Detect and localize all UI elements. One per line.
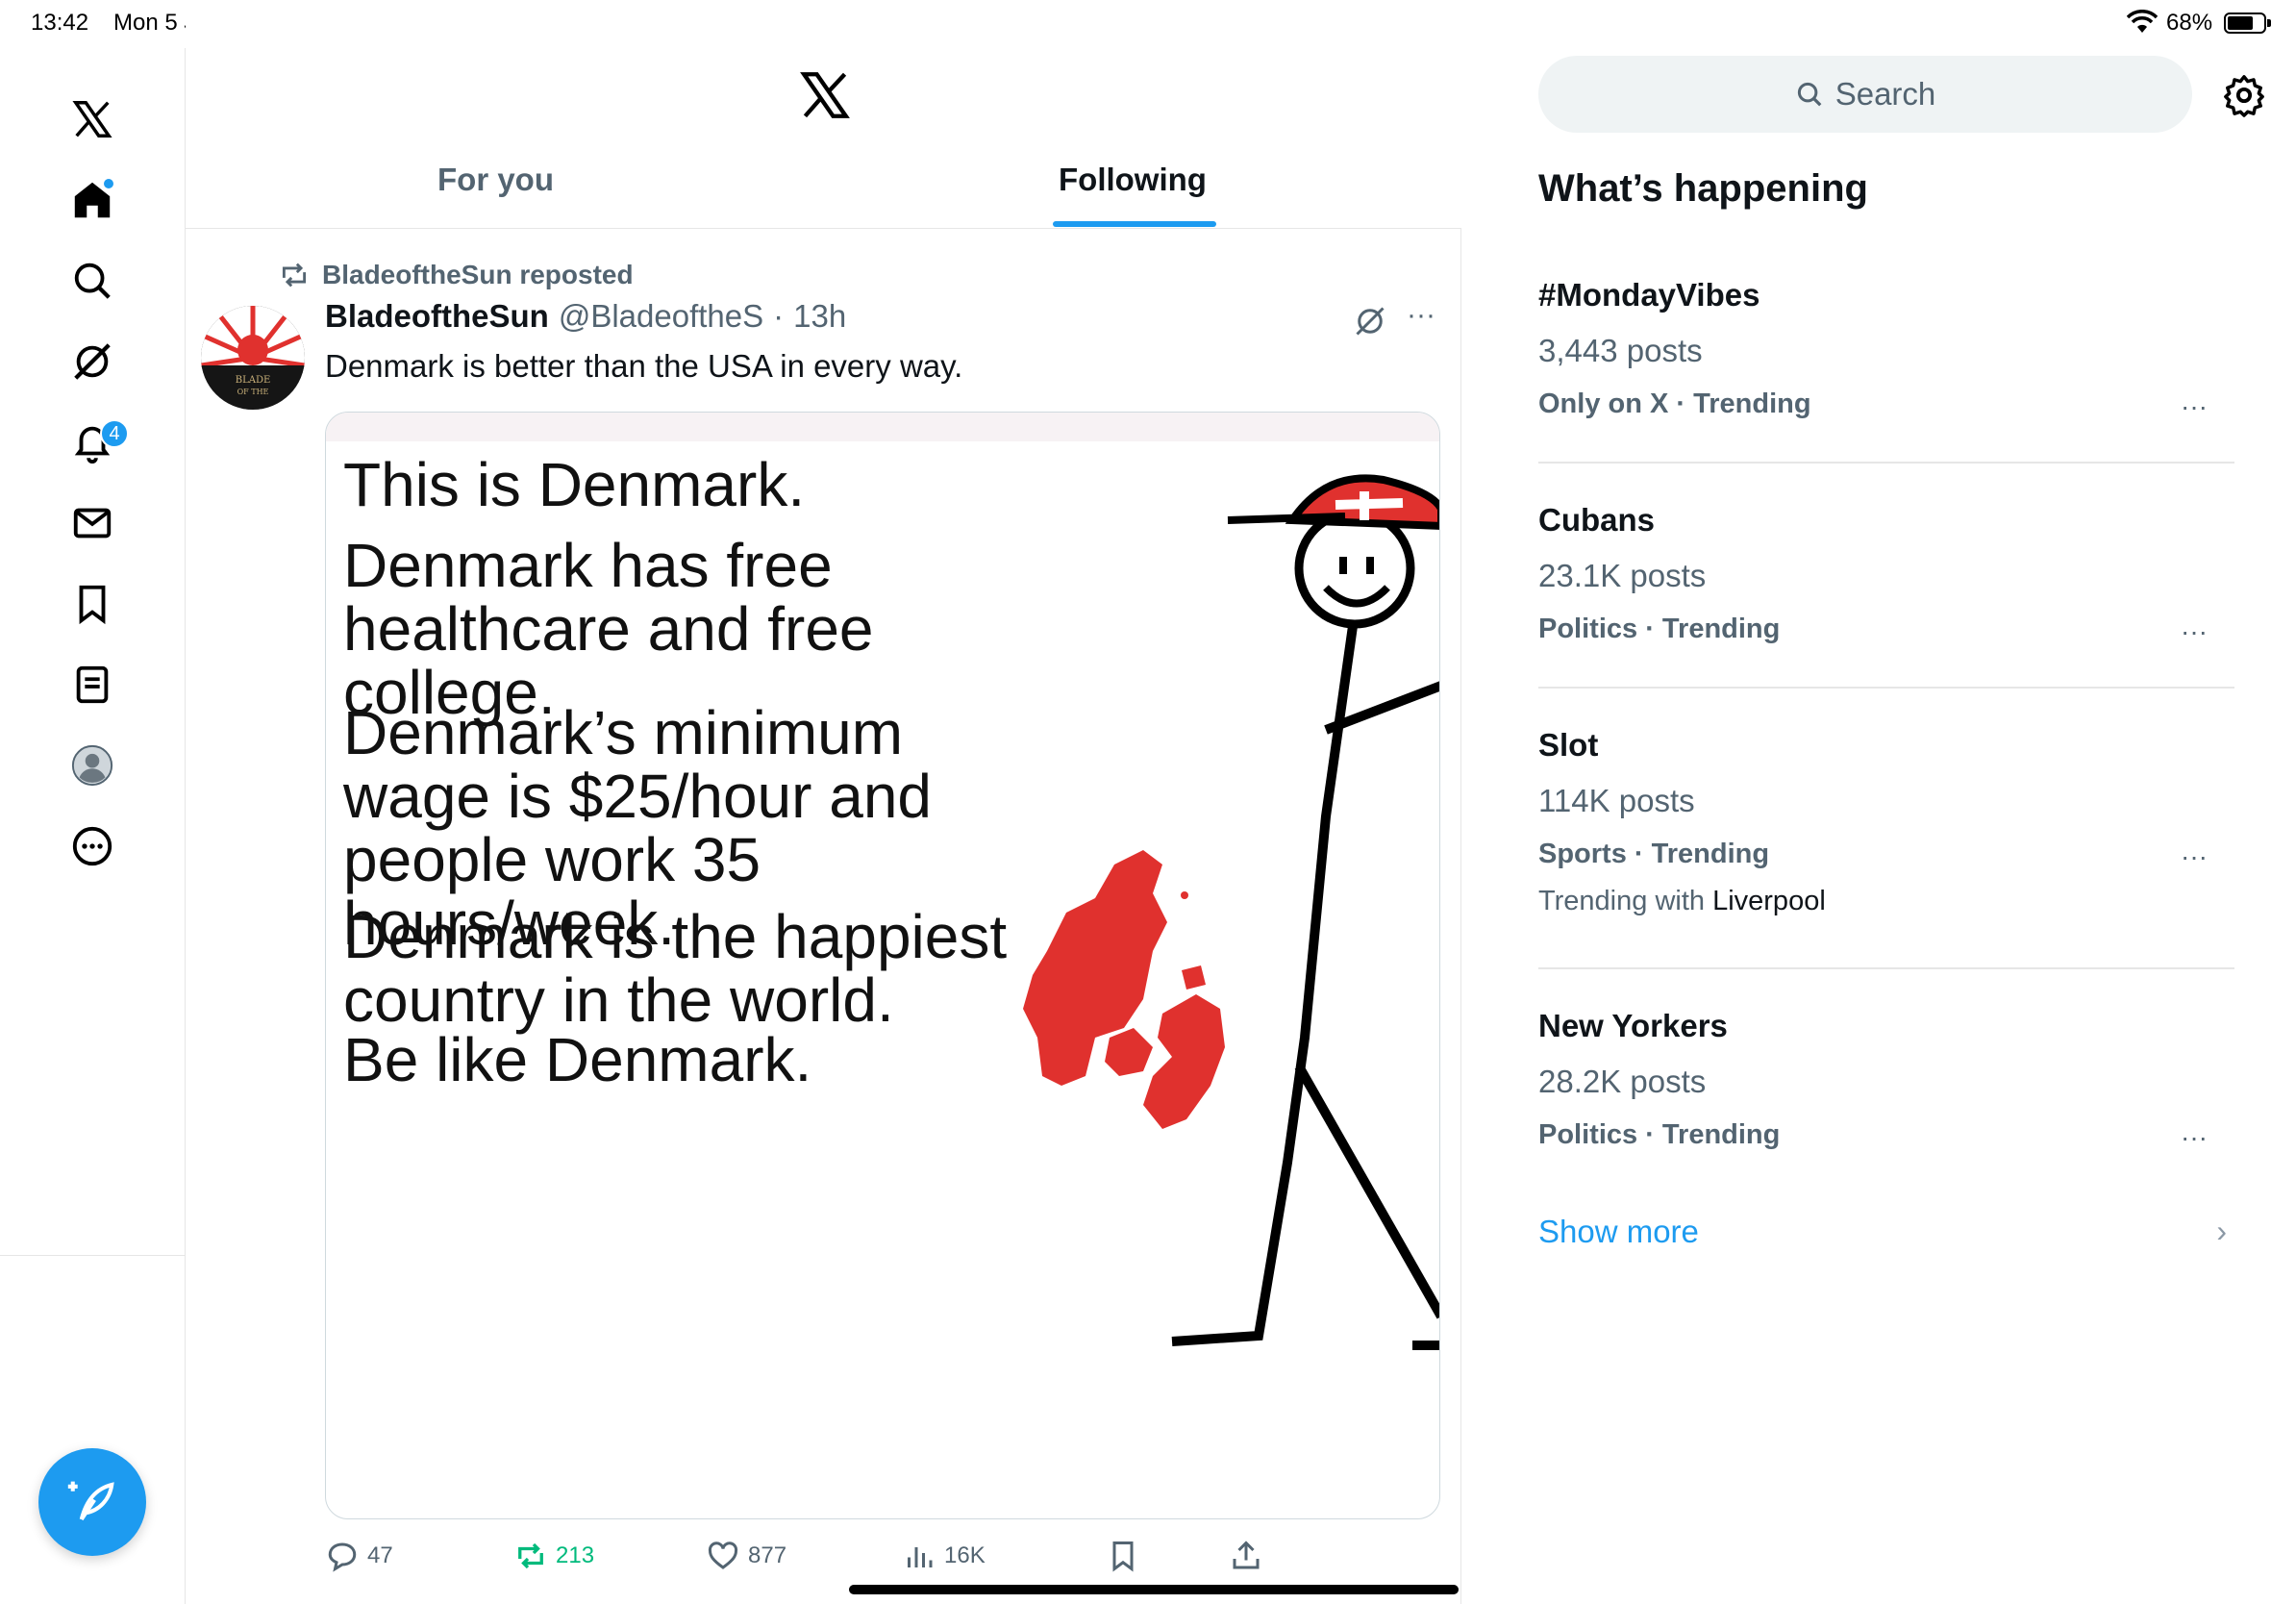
bookmarks-icon[interactable] xyxy=(63,575,121,633)
notifications-badge: 4 xyxy=(100,419,129,448)
tab-following[interactable]: Following xyxy=(1059,162,1207,229)
views-count: 16K xyxy=(944,1542,986,1568)
repost-icon xyxy=(282,263,307,288)
image-line-this-is-denmark: This is Denmark. xyxy=(343,450,806,519)
trend-meta: Politics · Trending xyxy=(1538,1119,1781,1150)
show-more-label: Show more xyxy=(1538,1214,1699,1249)
search-input[interactable]: Search xyxy=(1538,56,2192,133)
reply-count: 47 xyxy=(367,1542,393,1568)
like-button[interactable]: 877 xyxy=(706,1539,786,1573)
notifications-bell-icon[interactable]: 4 xyxy=(63,414,129,471)
trend-posts: 28.2K posts xyxy=(1538,1064,1707,1099)
active-tab-indicator xyxy=(1053,221,1216,227)
share-button[interactable] xyxy=(1229,1539,1263,1573)
repost-context: BladeoftheSun reposted xyxy=(278,258,634,292)
tweet-image[interactable]: This is Denmark. Denmark has free health… xyxy=(325,412,1440,1519)
chevron-right-icon: › xyxy=(2216,1214,2227,1248)
trend-item[interactable]: Slot 114K posts Sports · Trending Trendi… xyxy=(1538,727,2234,917)
views-button[interactable]: 16K xyxy=(902,1539,986,1573)
trend-divider xyxy=(1538,687,2234,689)
rising-sun-avatar-icon: BLADE OF THE xyxy=(201,306,305,410)
trend-name: New Yorkers xyxy=(1538,1008,1728,1043)
trend-posts: 114K posts xyxy=(1538,783,1695,818)
trend-more-icon[interactable]: ··· xyxy=(2181,393,2215,425)
grok-explain-icon[interactable] xyxy=(1353,304,1387,338)
trend-more-icon[interactable]: ··· xyxy=(2181,1124,2215,1156)
tweet-text: Denmark is better than the USA in every … xyxy=(325,348,963,384)
grok-icon[interactable] xyxy=(63,333,121,390)
trend-divider xyxy=(1538,462,2234,464)
search-icon[interactable] xyxy=(63,252,121,310)
reply-button[interactable]: 47 xyxy=(325,1539,393,1573)
show-more-link[interactable]: Show more › xyxy=(1538,1214,2234,1250)
trend-with-prefix: Trending with xyxy=(1538,886,1706,916)
trend-with: Trending with Liverpool xyxy=(1538,886,2234,917)
trend-meta: Only on X · Trending xyxy=(1538,388,1811,419)
trend-more-icon[interactable]: ··· xyxy=(2181,618,2215,650)
home-icon[interactable] xyxy=(63,171,121,229)
trend-with-name: Liverpool xyxy=(1712,886,1826,916)
compose-post-button[interactable] xyxy=(38,1448,146,1556)
author-avatar[interactable]: BLADE OF THE xyxy=(201,306,305,410)
svg-text:BLADE: BLADE xyxy=(236,375,271,386)
home-indicator[interactable] xyxy=(849,1585,1459,1594)
messages-envelope-icon[interactable] xyxy=(63,494,121,552)
right-sidebar: Search What’s happening #MondayVibes 3,4… xyxy=(1462,0,2296,1604)
trend-meta: Sports · Trending xyxy=(1538,839,1770,869)
image-line-free-healthcare: Denmark has free healthcare and free col… xyxy=(343,531,874,727)
repost-count: 213 xyxy=(556,1542,595,1568)
tab-for-you[interactable]: For you xyxy=(437,162,554,229)
repost-button[interactable]: 213 xyxy=(513,1539,594,1573)
settings-gear-icon[interactable] xyxy=(2222,73,2266,117)
tweet[interactable]: BladeoftheSun reposted BLADE OF THE Blad… xyxy=(186,229,1461,1604)
timeline-header: For you Following xyxy=(186,0,1461,229)
trend-item[interactable]: New Yorkers 28.2K posts Politics · Trend… xyxy=(1538,1008,2234,1151)
whats-happening-title: What’s happening xyxy=(1538,167,1868,210)
left-nav: 4 xyxy=(0,48,186,1256)
svg-text:OF THE: OF THE xyxy=(237,388,269,396)
trend-name: Cubans xyxy=(1538,502,1656,538)
trend-posts: 23.1K posts xyxy=(1538,558,1707,593)
repost-label: BladeoftheSun reposted xyxy=(322,260,634,289)
lists-icon[interactable] xyxy=(63,656,121,714)
x-logo-icon[interactable] xyxy=(63,90,121,148)
trend-posts: 3,443 posts xyxy=(1538,333,1703,368)
search-placeholder: Search xyxy=(1834,76,1936,112)
x-logo-icon[interactable] xyxy=(797,67,853,123)
tweet-more-icon[interactable]: ··· xyxy=(1407,301,1441,335)
views-chart-icon xyxy=(908,1547,933,1567)
reply-icon xyxy=(328,1542,357,1572)
heart-icon xyxy=(708,1541,738,1569)
home-dot-badge xyxy=(102,177,115,190)
status-time: 13:42 xyxy=(31,10,89,36)
more-options-icon[interactable] xyxy=(63,817,121,875)
image-line-happiest-country: Denmark is the happiest country in the w… xyxy=(343,902,1008,1035)
share-icon xyxy=(1233,1541,1260,1569)
tweet-actions: 47 213 877 16K xyxy=(325,1539,1440,1587)
trend-item[interactable]: #MondayVibes 3,443 posts Only on X · Tre… xyxy=(1538,277,2234,420)
image-line-be-like-denmark: Be like Denmark. xyxy=(343,1025,812,1094)
repost-icon xyxy=(518,1542,543,1569)
trend-item[interactable]: Cubans 23.1K posts Politics · Trending ·… xyxy=(1538,502,2234,645)
author-handle[interactable]: @BladeoftheS xyxy=(559,298,763,335)
bookmark-button[interactable] xyxy=(1106,1539,1140,1573)
header-separator: · xyxy=(773,298,785,334)
like-count: 877 xyxy=(748,1542,787,1568)
compose-feather-icon xyxy=(67,1481,114,1521)
trend-more-icon[interactable]: ··· xyxy=(2181,843,2215,875)
trend-name: #MondayVibes xyxy=(1538,277,1760,313)
profile-avatar-icon[interactable] xyxy=(63,737,121,794)
trend-divider xyxy=(1538,967,2234,969)
bookmark-icon xyxy=(1112,1541,1134,1572)
tweet-header: BladeoftheSun @BladeoftheS · 13h xyxy=(325,298,846,335)
trend-meta: Politics · Trending xyxy=(1538,614,1781,644)
tweet-timestamp[interactable]: 13h xyxy=(793,298,846,335)
search-icon xyxy=(1797,82,1822,107)
timeline-column: For you Following BladeoftheSun reposted… xyxy=(186,0,1461,1604)
author-name[interactable]: BladeoftheSun xyxy=(325,298,549,335)
trend-name: Slot xyxy=(1538,727,1599,763)
